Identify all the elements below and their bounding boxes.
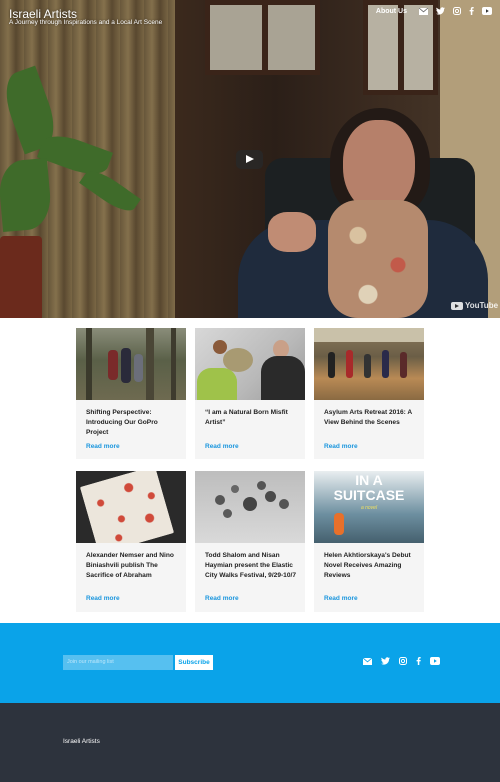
footer-site-name: Israeli Artists <box>63 738 100 745</box>
facebook-icon[interactable] <box>416 657 421 665</box>
post-thumbnail[interactable]: IN A SUITCASE a novel <box>314 471 424 543</box>
post-title[interactable]: Todd Shalom and Nisan Haymian present th… <box>205 551 299 581</box>
post-card[interactable]: Todd Shalom and Nisan Haymian present th… <box>195 471 305 612</box>
person-head <box>343 120 415 212</box>
youtube-label: YouTube <box>465 301 499 310</box>
post-thumbnail[interactable] <box>195 328 305 400</box>
site-tagline: A Journey through Inspirations and a Loc… <box>9 19 163 26</box>
facebook-icon[interactable] <box>469 7 474 15</box>
book-cover-text: IN A SUITCASE <box>333 472 405 503</box>
window <box>205 0 320 75</box>
post-card[interactable]: Alexander Nemser and Nino Biniashvili pu… <box>76 471 186 612</box>
youtube-icon[interactable] <box>482 7 492 15</box>
post-title[interactable]: “I am a Natural Born Misfit Artist” <box>205 408 299 428</box>
read-more-link[interactable]: Read more <box>86 595 120 602</box>
hero-video[interactable]: YouTube <box>0 0 500 318</box>
book-cover-subtitle: a novel <box>360 505 378 511</box>
post-title[interactable]: Shifting Perspective: Introducing Our Go… <box>86 408 180 438</box>
footer-social-icons <box>363 657 440 665</box>
mailing-list-input[interactable]: Join our mailing list <box>63 655 173 670</box>
mail-icon[interactable] <box>419 7 428 15</box>
twitter-icon[interactable] <box>381 657 390 665</box>
post-card[interactable]: IN A SUITCASE a novel Helen Akhtiorskaya… <box>314 471 424 612</box>
instagram-icon[interactable] <box>399 657 407 665</box>
read-more-link[interactable]: Read more <box>205 595 239 602</box>
post-card[interactable]: Asylum Arts Retreat 2016: A View Behind … <box>314 328 424 459</box>
mail-icon[interactable] <box>363 657 372 665</box>
play-button[interactable] <box>236 150 263 169</box>
about-us-link[interactable]: About Us <box>376 8 407 15</box>
post-card[interactable]: “I am a Natural Born Misfit Artist” Read… <box>195 328 305 459</box>
post-thumbnail[interactable] <box>76 328 186 400</box>
read-more-link[interactable]: Read more <box>205 443 239 450</box>
youtube-icon <box>451 301 463 310</box>
twitter-icon[interactable] <box>436 7 445 15</box>
post-title[interactable]: Helen Akhtiorskaya's Debut Novel Receive… <box>324 551 418 581</box>
read-more-link[interactable]: Read more <box>324 595 358 602</box>
person-hand <box>268 212 316 252</box>
person-scarf <box>328 200 428 318</box>
post-title[interactable]: Asylum Arts Retreat 2016: A View Behind … <box>324 408 418 428</box>
post-card[interactable]: Shifting Perspective: Introducing Our Go… <box>76 328 186 459</box>
subscribe-button[interactable]: Subscribe <box>175 655 213 670</box>
post-thumbnail[interactable] <box>314 328 424 400</box>
plant-pot <box>0 236 42 318</box>
read-more-link[interactable]: Read more <box>324 443 358 450</box>
youtube-logo[interactable]: YouTube <box>451 301 498 310</box>
post-thumbnail[interactable] <box>195 471 305 543</box>
instagram-icon[interactable] <box>453 7 461 15</box>
post-thumbnail[interactable] <box>76 471 186 543</box>
top-nav: About Us <box>376 7 492 15</box>
post-title[interactable]: Alexander Nemser and Nino Biniashvili pu… <box>86 551 180 581</box>
read-more-link[interactable]: Read more <box>86 443 120 450</box>
youtube-icon[interactable] <box>430 657 440 665</box>
